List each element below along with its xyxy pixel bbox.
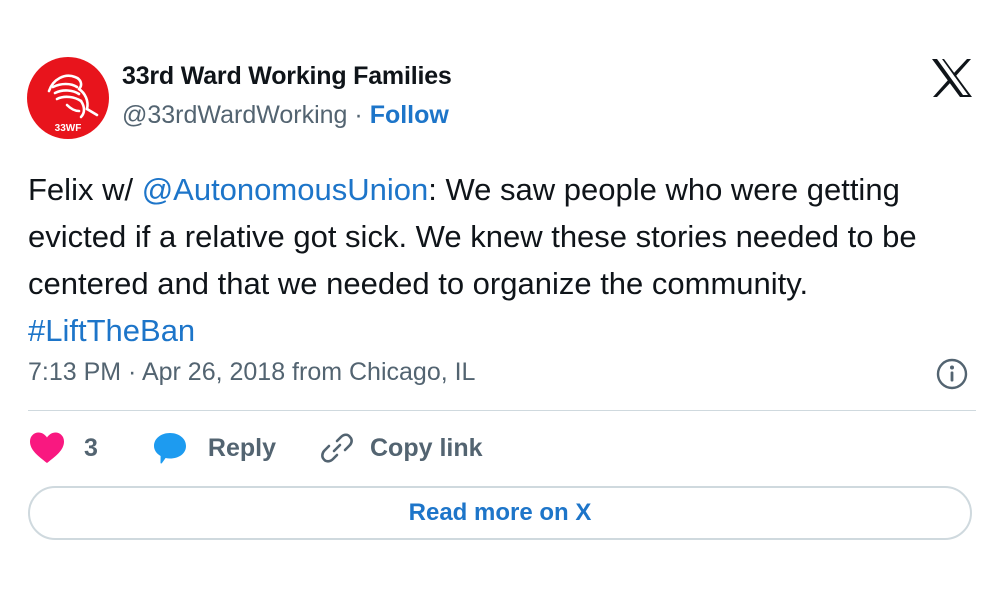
reply-icon — [153, 433, 186, 464]
account-display-name[interactable]: 33rd Ward Working Families — [122, 62, 452, 91]
divider — [28, 410, 976, 411]
link-icon — [321, 433, 353, 463]
like-button[interactable]: 3 — [28, 431, 98, 465]
account-handle-row: @33rdWardWorking · Follow — [122, 101, 449, 130]
account-avatar[interactable]: 33WF — [27, 57, 109, 139]
tweet-actions: 3 Reply Copy link — [28, 428, 483, 468]
reply-label: Reply — [207, 433, 276, 462]
tweet-text: Felix w/ @AutonomousUnion: We saw people… — [28, 166, 978, 354]
handle-separator: · — [354, 101, 363, 129]
tweet-text-prefix: Felix w/ — [28, 172, 142, 207]
account-handle[interactable]: @33rdWardWorking — [122, 101, 347, 129]
follow-button[interactable]: Follow — [370, 101, 449, 129]
copy-link-button[interactable]: Copy link — [320, 431, 483, 465]
reply-button[interactable]: Reply — [152, 430, 276, 466]
tweet-timestamp[interactable]: 7:13 PM · Apr 26, 2018 from Chicago, IL — [28, 358, 475, 387]
info-icon[interactable] — [935, 357, 969, 391]
heart-icon — [30, 432, 64, 463]
x-logo-icon[interactable] — [930, 58, 974, 98]
like-count: 3 — [84, 433, 98, 462]
avatar-label: 33WF — [55, 123, 82, 134]
mention-link[interactable]: @AutonomousUnion — [142, 172, 429, 207]
copy-link-label: Copy link — [370, 433, 483, 462]
handshake-icon: 33WF — [47, 74, 99, 134]
read-more-button[interactable]: Read more on X — [28, 486, 972, 540]
hashtag-link[interactable]: #LiftTheBan — [28, 313, 195, 348]
